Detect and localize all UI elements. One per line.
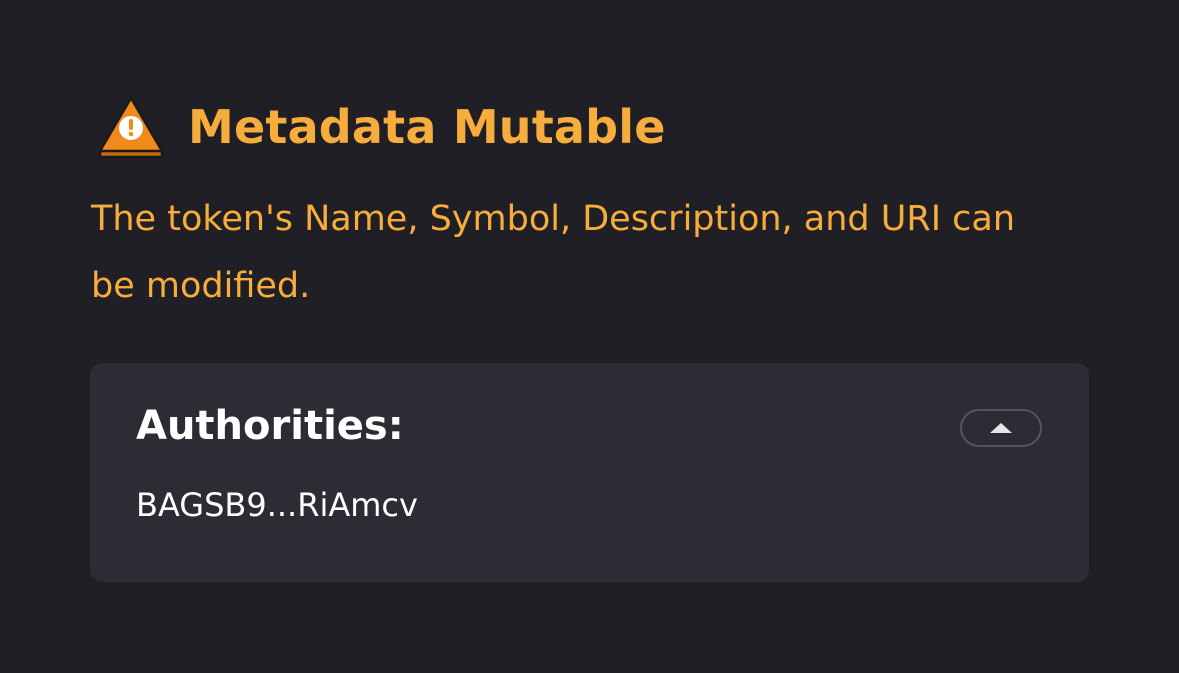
warning-title: Metadata Mutable — [188, 100, 666, 154]
authorities-card: Authorities: BAGSB9...RiAmcv — [90, 363, 1089, 582]
authorities-label: Authorities: — [136, 403, 404, 449]
warning-description: The token's Name, Symbol, Description, a… — [91, 199, 1016, 306]
warning-triangle-icon — [98, 96, 164, 159]
metadata-mutable-panel: Metadata Mutable The token's Name, Symbo… — [0, 0, 1179, 673]
chevron-up-icon — [990, 423, 1012, 433]
authority-address[interactable]: BAGSB9...RiAmcv — [136, 486, 418, 524]
collapse-toggle-button[interactable] — [960, 409, 1042, 447]
warning-header: Metadata Mutable — [96, 92, 666, 162]
